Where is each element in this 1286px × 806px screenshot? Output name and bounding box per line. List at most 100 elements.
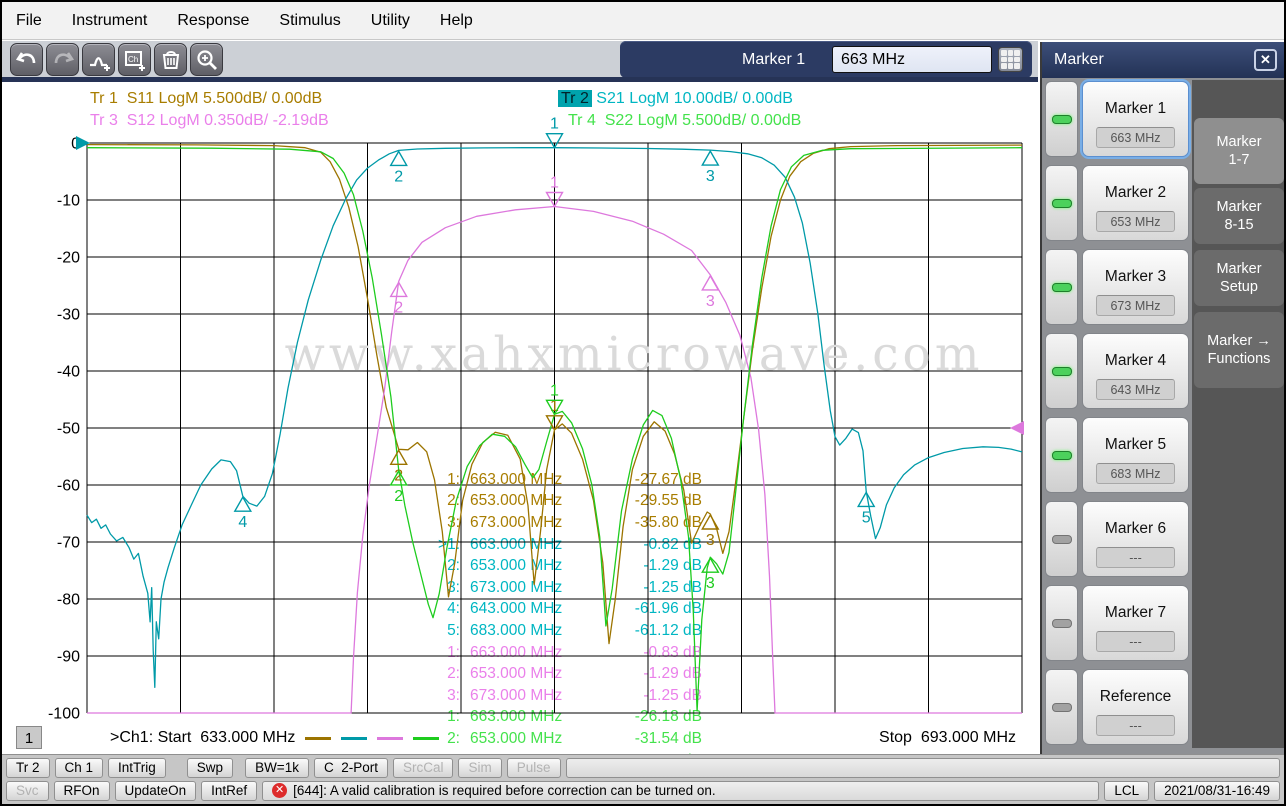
lcl-button[interactable]: LCL: [1104, 780, 1150, 801]
y-axis-tick: -100: [48, 706, 80, 723]
marker-frequency-input[interactable]: [832, 46, 992, 73]
softkey-value: 653 MHz: [1096, 211, 1175, 232]
marker-5-led-toggle[interactable]: [1045, 417, 1078, 493]
softkey-value: 683 MHz: [1096, 463, 1175, 484]
add-trace-button[interactable]: [82, 43, 115, 76]
marker-1-label-s22: 1: [550, 382, 559, 399]
marker-4-button[interactable]: Marker 4 643 MHz: [1082, 333, 1189, 409]
reference-button[interactable]: Reference ---: [1082, 669, 1189, 745]
marker-quick-entry-group: Marker 1: [620, 41, 1032, 78]
status-swp[interactable]: Swp: [186, 758, 234, 779]
marker-3-label-s22: 3: [706, 575, 715, 592]
tab-marker-1-7[interactable]: Marker 1-7: [1194, 118, 1284, 184]
status-rfon[interactable]: RFOn: [53, 780, 110, 801]
tab-marker-functions[interactable]: Marker → Functions: [1194, 312, 1284, 388]
marker-3-led-toggle[interactable]: [1045, 249, 1078, 325]
menu-bar: File Instrument Response Stimulus Utility Hel…: [2, 2, 1284, 40]
softkey-value: 673 MHz: [1096, 295, 1175, 316]
marker-4-label-s21: 4: [238, 514, 247, 531]
status-inttrig[interactable]: IntTrig: [108, 758, 166, 779]
add-trace-icon: [89, 57, 110, 71]
status-c-2-port[interactable]: C 2-Port: [313, 758, 388, 779]
status-sim[interactable]: Sim: [458, 758, 502, 779]
status-srccal[interactable]: SrcCal: [392, 758, 454, 779]
channel-number-box[interactable]: 1: [16, 726, 42, 749]
marker-8-led-toggle[interactable]: [1045, 669, 1078, 745]
stop-frequency-label: Stop 693.000 MHz: [879, 729, 1016, 746]
y-axis-tick: -50: [57, 421, 80, 438]
marker-1-label-s21: 1: [550, 116, 559, 133]
menu-help[interactable]: Help: [440, 12, 473, 30]
marker-6-button[interactable]: Marker 6 ---: [1082, 501, 1189, 577]
status-pulse[interactable]: Pulse: [506, 758, 561, 779]
marker-4-symbol-s21[interactable]: [233, 495, 253, 512]
marker-2-symbol-s21[interactable]: [389, 149, 408, 167]
keypad-button[interactable]: [998, 47, 1023, 72]
marker-2-label-s12: 2: [394, 299, 403, 316]
marker-3-button[interactable]: Marker 3 673 MHz: [1082, 249, 1189, 325]
marker-3-symbol-s22[interactable]: [701, 556, 720, 573]
close-panel-button[interactable]: ✕: [1254, 49, 1277, 71]
trash-icon: [162, 51, 179, 69]
menu-stimulus[interactable]: Stimulus: [279, 12, 340, 30]
marker-2-led-toggle[interactable]: [1045, 165, 1078, 241]
zoom-button[interactable]: [190, 43, 223, 76]
marker-7-button[interactable]: Marker 7 ---: [1082, 585, 1189, 661]
panel-tab-column: Marker 1-7 Marker 8-15 Marker Setup Marker → Fu…: [1192, 80, 1284, 748]
tr3-color-dash: [377, 736, 404, 740]
undo-icon: [15, 52, 35, 64]
start-frequency-label: >Ch1: Start 633.000 MHz: [110, 729, 296, 746]
toolbar: Ch Marker 1: [2, 41, 1038, 82]
marker-1-label-s12: 1: [550, 175, 559, 192]
marker-1-led-toggle[interactable]: [1045, 81, 1078, 157]
tr2-color-dash: [341, 736, 368, 740]
redo-button[interactable]: [46, 43, 79, 76]
menu-instrument[interactable]: Instrument: [72, 12, 148, 30]
plot-area[interactable]: 0-10-20-30-40-50-60-70-80-90-100www.xahx…: [2, 82, 1038, 728]
marker-2-label-s22: 2: [394, 488, 403, 505]
svg-text:Ch: Ch: [128, 55, 138, 64]
marker-4-led-toggle[interactable]: [1045, 333, 1078, 409]
vna-application-window: File Instrument Response Stimulus Utility Hel…: [0, 0, 1286, 806]
error-icon: ✕: [272, 783, 288, 799]
softkey-value: 663 MHz: [1096, 127, 1175, 148]
status-svc[interactable]: Svc: [6, 780, 49, 801]
add-channel-button[interactable]: Ch: [118, 43, 151, 76]
marker-5-label-s21: 5: [862, 509, 871, 526]
delete-button[interactable]: [154, 43, 187, 76]
y-axis-tick: -20: [57, 250, 80, 267]
y-axis-tick: -30: [57, 307, 80, 324]
menu-utility[interactable]: Utility: [371, 12, 410, 30]
softkey-value: ---: [1096, 715, 1175, 736]
marker-5-button[interactable]: Marker 5 683 MHz: [1082, 417, 1189, 493]
marker-1-button[interactable]: Marker 1 663 MHz: [1082, 81, 1189, 157]
marker-7-led-toggle[interactable]: [1045, 585, 1078, 661]
y-axis-tick: -60: [57, 478, 80, 495]
marker-3-label-s11: 3: [706, 532, 715, 549]
softkey-value: 643 MHz: [1096, 379, 1175, 400]
marker-3-symbol-s12[interactable]: [701, 274, 720, 291]
y-axis-tick: -10: [57, 193, 80, 210]
status-bw-1k[interactable]: BW=1k: [245, 758, 309, 779]
tab-marker-8-15[interactable]: Marker 8-15: [1194, 188, 1284, 244]
tr4-color-dash: [413, 736, 440, 740]
marker-6-led-toggle[interactable]: [1045, 501, 1078, 577]
undo-button[interactable]: [10, 43, 43, 76]
y-axis-tick: -80: [57, 592, 80, 609]
panel-title: Marker: [1054, 51, 1104, 68]
marker-entry-label: Marker 1: [742, 51, 806, 68]
status-ch-1[interactable]: Ch 1: [54, 758, 104, 779]
tab-marker-setup[interactable]: Marker Setup: [1194, 250, 1284, 306]
marker-3-symbol-s21[interactable]: [701, 149, 720, 166]
status-tr-2[interactable]: Tr 2: [6, 758, 50, 779]
status-intref[interactable]: IntRef: [201, 780, 258, 801]
keypad-icon: [1001, 50, 1020, 69]
status-bar: Tr 2 Ch 1 IntTrig Swp BW=1k C 2-Port SrcCal Sim…: [2, 754, 1284, 804]
menu-file[interactable]: File: [16, 12, 42, 30]
status-updateon[interactable]: UpdateOn: [114, 780, 197, 801]
menu-response[interactable]: Response: [177, 12, 249, 30]
marker-2-button[interactable]: Marker 2 653 MHz: [1082, 165, 1189, 241]
stimulus-axis-row: 1 >Ch1: Start 633.000 MHz Stop 693.000 M…: [2, 725, 1038, 751]
redo-icon: [54, 52, 74, 64]
marker-2-symbol-s11[interactable]: [389, 448, 408, 465]
